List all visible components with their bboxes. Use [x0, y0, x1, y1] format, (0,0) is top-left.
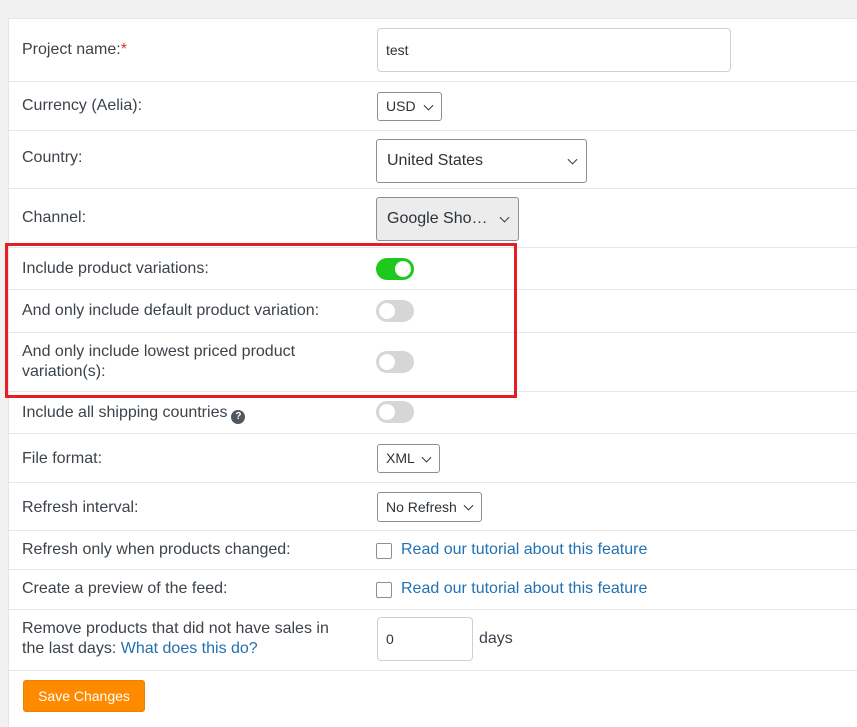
default-variation-toggle[interactable]: [376, 300, 414, 322]
toggle-knob: [379, 303, 395, 319]
refresh-changed-tutorial-link[interactable]: Read our tutorial about this feature: [401, 540, 647, 560]
what-does-this-do-link[interactable]: What does this do?: [121, 640, 258, 657]
refresh-changed-checkbox[interactable]: [376, 543, 392, 559]
file-format-value: XML: [386, 450, 415, 466]
include-variations-toggle[interactable]: [376, 258, 414, 280]
remove-products-days-input[interactable]: 0: [377, 617, 473, 661]
preview-tutorial-link[interactable]: Read our tutorial about this feature: [401, 579, 647, 599]
toggle-knob: [395, 261, 411, 277]
toggle-knob: [379, 354, 395, 370]
preview-checkbox[interactable]: [376, 582, 392, 598]
currency-label: Currency (Aelia):: [22, 97, 143, 114]
currency-select[interactable]: USD: [377, 92, 442, 121]
default-variation-label: And only include default product variati…: [22, 302, 320, 319]
help-icon[interactable]: ?: [231, 410, 246, 424]
country-label: Country:: [22, 149, 83, 166]
lowest-priced-label: And only include lowest priced product va…: [22, 343, 296, 380]
lowest-priced-row: And only include lowest priced product va…: [9, 333, 857, 392]
currency-row: Currency (Aelia): USD: [9, 82, 857, 131]
chevron-down-icon: [567, 154, 578, 165]
remove-products-label: Remove products that did not have sales …: [22, 620, 329, 657]
currency-value: USD: [386, 98, 416, 114]
toggle-knob: [379, 404, 395, 420]
chevron-down-icon: [499, 212, 510, 223]
days-unit-label: days: [479, 630, 513, 647]
required-mark: *: [120, 41, 127, 58]
refresh-interval-row: Refresh interval: No Refresh: [9, 483, 857, 531]
file-format-select[interactable]: XML: [377, 444, 440, 473]
preview-row: Create a preview of the feed: Read our t…: [9, 570, 857, 610]
shipping-countries-toggle[interactable]: [376, 401, 414, 423]
file-format-label: File format:: [22, 450, 103, 467]
project-name-label: Project name:*: [22, 41, 127, 58]
default-variation-row: And only include default product variati…: [9, 290, 857, 333]
project-name-row: Project name:* test: [9, 19, 857, 82]
country-value: United States: [387, 152, 484, 169]
shipping-countries-row: Include all shipping countries?: [9, 392, 857, 434]
save-changes-button[interactable]: Save Changes: [23, 680, 145, 712]
chevron-down-icon: [421, 452, 432, 463]
channel-label: Channel:: [22, 209, 87, 226]
chevron-down-icon: [463, 500, 474, 511]
project-name-input[interactable]: test: [377, 28, 731, 72]
country-select[interactable]: United States: [376, 139, 587, 183]
lowest-priced-toggle[interactable]: [376, 351, 414, 373]
preview-label: Create a preview of the feed:: [22, 580, 228, 597]
chevron-down-icon: [423, 100, 434, 111]
refresh-changed-label: Refresh only when products changed:: [22, 541, 291, 558]
refresh-interval-select[interactable]: No Refresh: [377, 492, 482, 522]
refresh-changed-row: Refresh only when products changed: Read…: [9, 531, 857, 570]
shipping-countries-label: Include all shipping countries?: [22, 403, 246, 424]
refresh-interval-value: No Refresh: [386, 499, 457, 515]
channel-row: Channel: Google Sho…: [9, 189, 857, 248]
channel-select[interactable]: Google Sho…: [376, 197, 519, 241]
include-variations-row: Include product variations:: [9, 248, 857, 290]
refresh-interval-label: Refresh interval:: [22, 499, 139, 516]
channel-value: Google Sho…: [387, 210, 488, 227]
country-row: Country: United States: [9, 131, 857, 189]
feed-settings-panel: Project name:* test Currency (Aelia): US…: [8, 18, 857, 727]
file-format-row: File format: XML: [9, 434, 857, 483]
include-variations-label: Include product variations:: [22, 260, 209, 277]
remove-products-row: Remove products that did not have sales …: [9, 610, 857, 671]
